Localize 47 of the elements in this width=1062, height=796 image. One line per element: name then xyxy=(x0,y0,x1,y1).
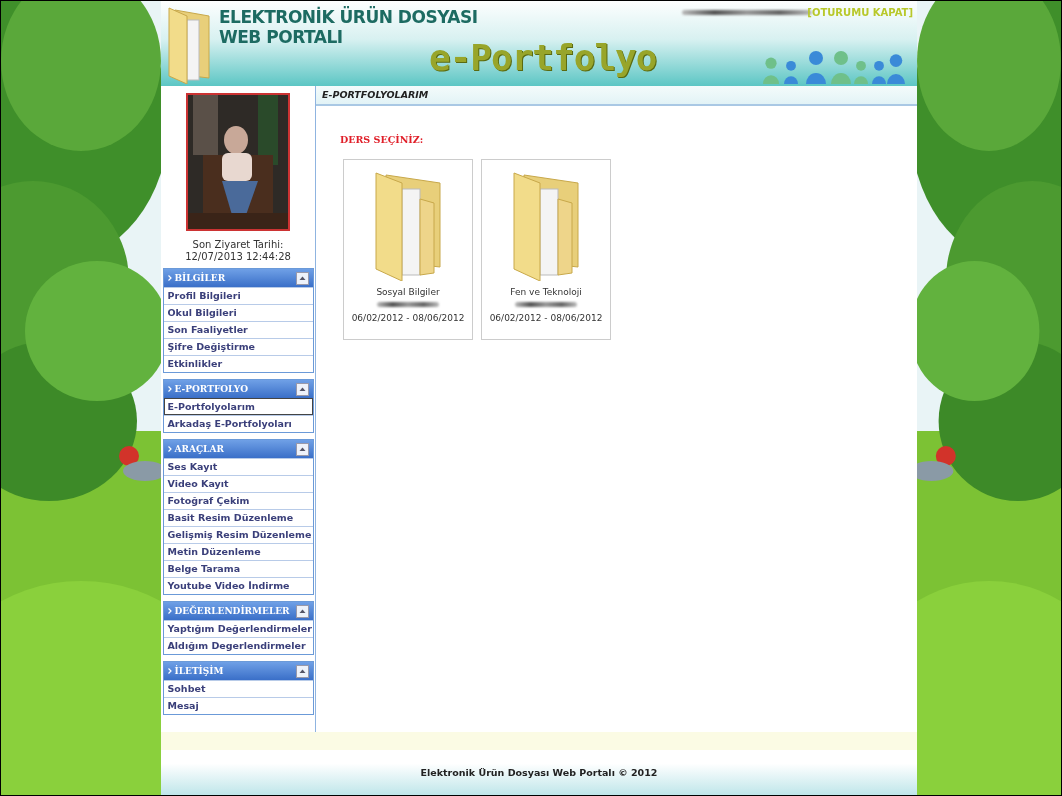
chevron-icon xyxy=(167,275,172,281)
menu-item[interactable]: Gelişmiş Resim Düzenleme xyxy=(163,526,313,543)
course-dates: 06/02/2012 - 08/06/2012 xyxy=(351,313,465,323)
menu-section-header[interactable]: ARAÇLAR xyxy=(163,440,313,458)
collapse-icon[interactable] xyxy=(295,382,309,396)
menu-item[interactable]: Son Faaliyetler xyxy=(163,321,313,338)
collapse-icon[interactable] xyxy=(295,442,309,456)
collapse-icon[interactable] xyxy=(295,604,309,618)
menu-item[interactable]: Profil Bilgileri xyxy=(163,287,313,304)
blurred-text xyxy=(377,302,439,307)
menu-item[interactable]: Ses Kayıt xyxy=(163,458,313,475)
course-name: Fen ve Teknoloji xyxy=(510,287,582,297)
folder-icon xyxy=(167,6,211,84)
menu-section-header[interactable]: BİLGİLER xyxy=(163,269,313,287)
menu-section-header[interactable]: İLETİŞİM xyxy=(163,662,313,680)
blurred-text xyxy=(515,302,577,307)
menu-section-header[interactable]: DEĞERLENDİRMELER xyxy=(163,602,313,620)
menu-section-header[interactable]: E-PORTFOLYO xyxy=(163,380,313,398)
course-name: Sosyal Bilgiler xyxy=(376,287,440,297)
prompt-text: DERS SEÇİNİZ: xyxy=(340,134,425,145)
course-dates: 06/02/2012 - 08/06/2012 xyxy=(489,313,603,323)
collapse-icon[interactable] xyxy=(295,271,309,285)
menu-item[interactable]: Okul Bilgileri xyxy=(163,304,313,321)
menu-item[interactable]: Mesaj xyxy=(163,697,313,714)
course-card[interactable]: Sosyal Bilgiler 06/02/2012 - 08/06/2012 xyxy=(343,159,473,340)
menu-item[interactable]: Belge Tarama xyxy=(163,560,313,577)
brand-logo-text: e-Portfolyo xyxy=(429,37,657,78)
collapse-icon[interactable] xyxy=(295,664,309,678)
portal-title: WEB PORTALI xyxy=(219,27,344,47)
chevron-icon xyxy=(167,608,172,614)
footer-text: Elektronik Ürün Dosyası Web Portalı © 2012 xyxy=(420,767,658,778)
course-card[interactable]: Fen ve Teknoloji 06/02/2012 - 08/06/2012 xyxy=(481,159,611,340)
folder-icon xyxy=(372,169,444,281)
menu-item[interactable]: E-Portfolyolarım xyxy=(163,398,313,415)
breadcrumb-bar: E-PORTFOLYOLARIM xyxy=(316,86,917,106)
chevron-icon xyxy=(167,668,172,674)
menu-item[interactable]: Video Kayıt xyxy=(163,475,313,492)
menu-item[interactable]: Aldığım Degerlendirmeler xyxy=(163,637,313,654)
chevron-icon xyxy=(167,386,172,392)
menu-item[interactable]: Arkadaş E-Portfolyoları xyxy=(163,415,313,432)
last-visit-text: Son Ziyaret Tarihi: 12/07/2013 12:44:28 xyxy=(185,239,291,263)
menu-item[interactable]: Yaptığım Değerlendirmeler xyxy=(163,620,313,637)
menu-item[interactable]: Şifre Değiştirme xyxy=(163,338,313,355)
folder-icon xyxy=(510,169,582,281)
portal-title: ELEKTRONİK ÜRÜN DOSYASI xyxy=(219,7,478,27)
chevron-icon xyxy=(167,446,172,452)
menu-item[interactable]: Fotoğraf Çekim xyxy=(163,492,313,509)
